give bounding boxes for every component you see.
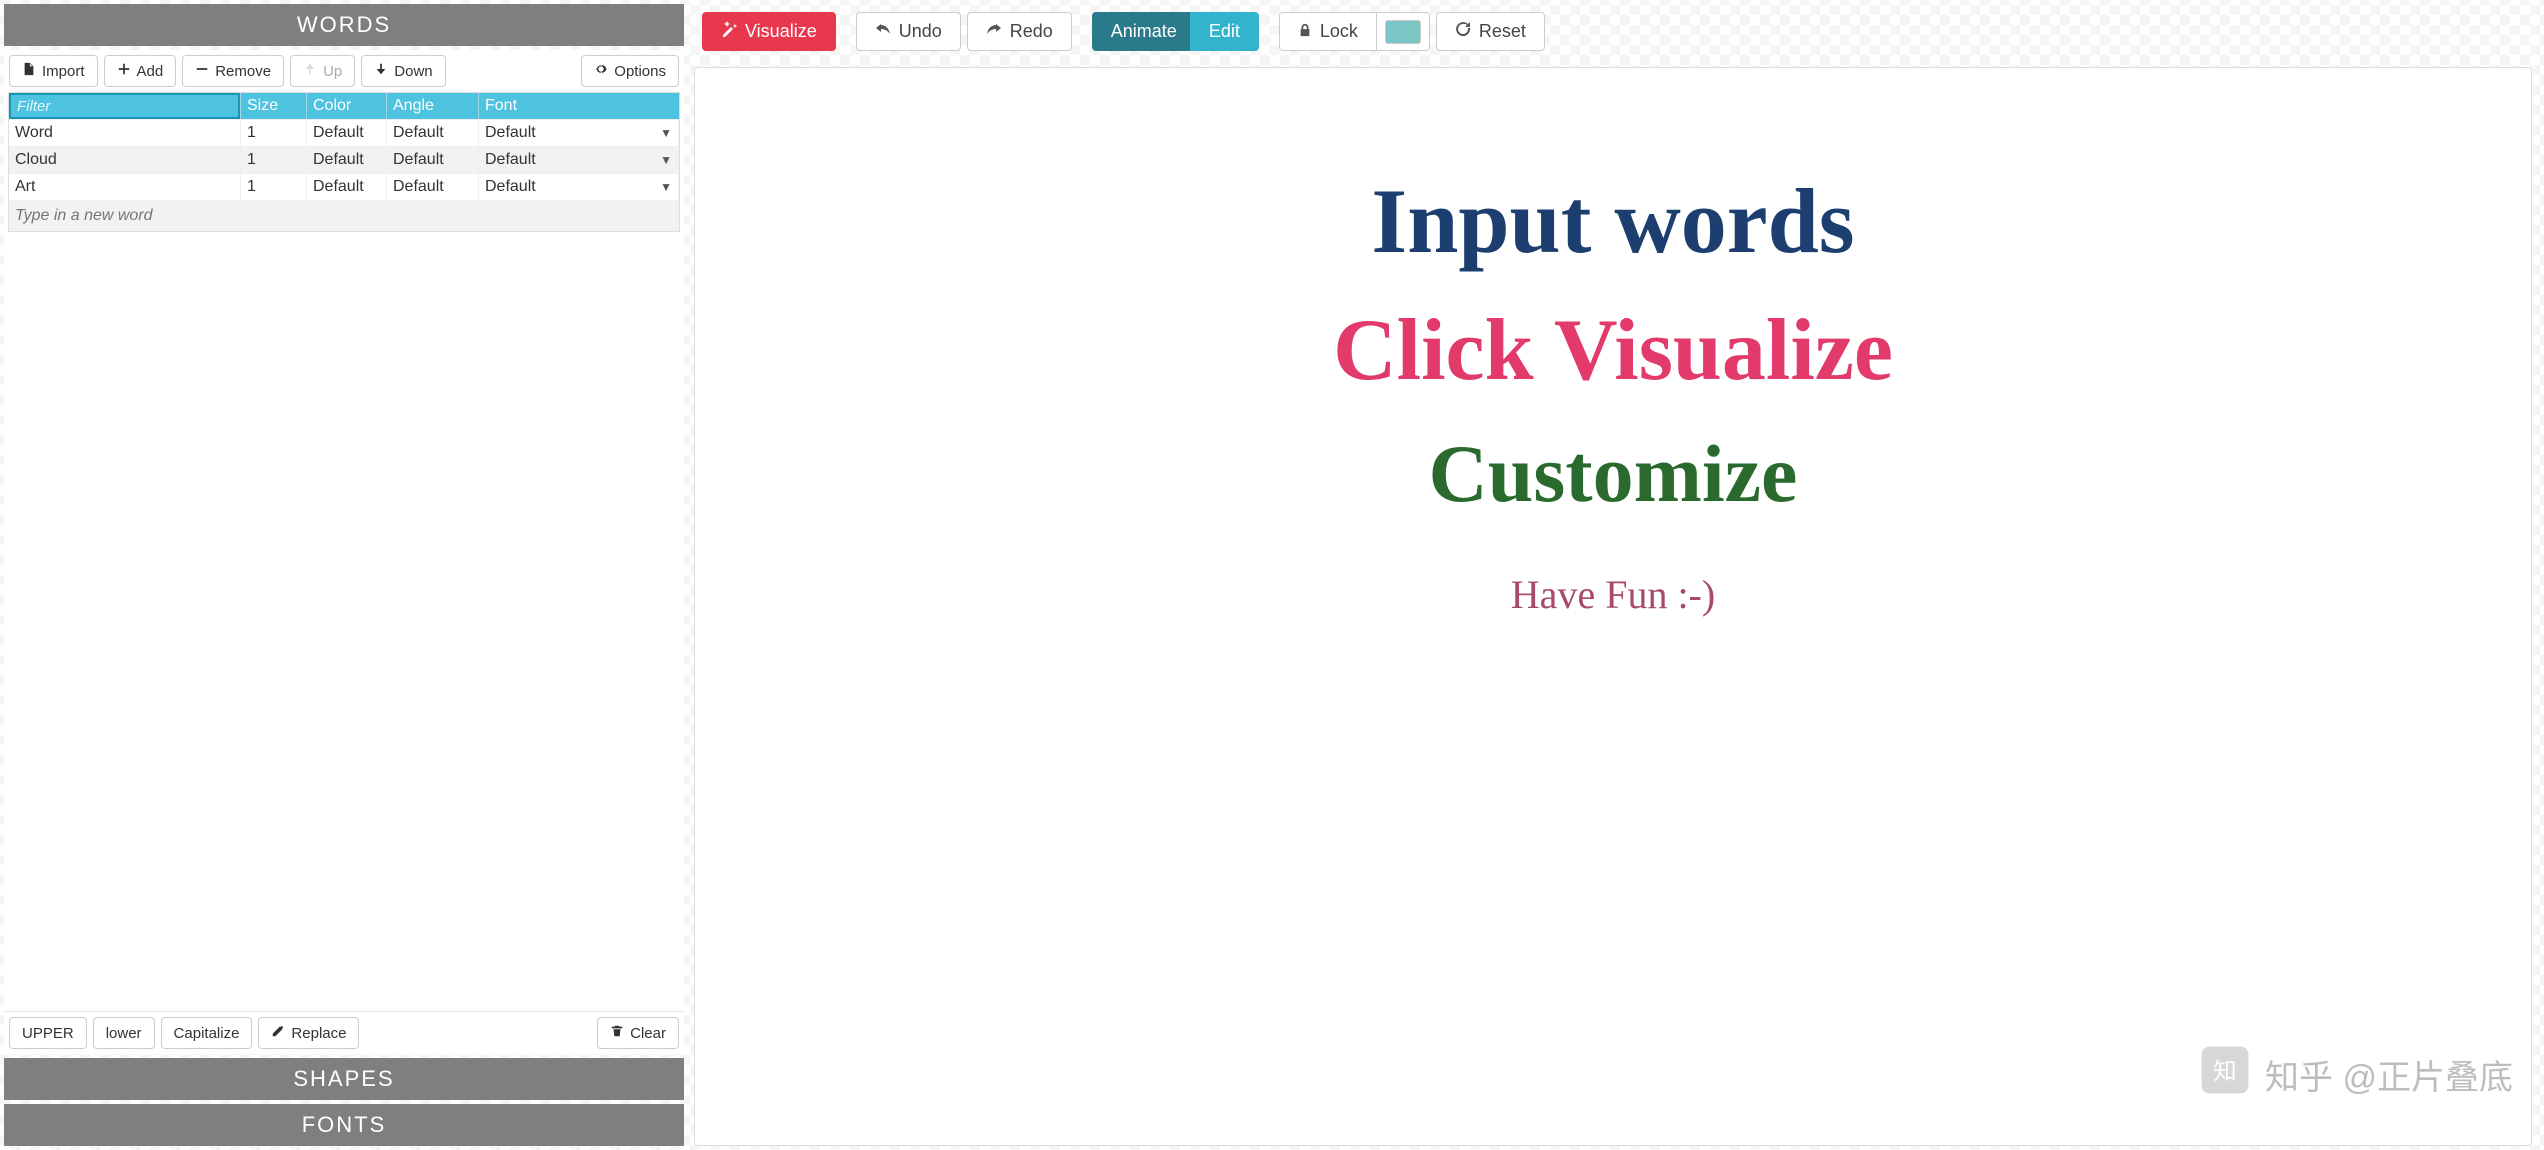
cell-word[interactable]: Art [9, 173, 241, 200]
svg-text:知: 知 [2213, 1058, 2236, 1084]
cell-angle[interactable]: Default [387, 119, 479, 146]
cell-size[interactable]: 1 [241, 146, 307, 173]
upper-button[interactable]: UPPER [9, 1017, 87, 1049]
new-word-row[interactable] [9, 200, 679, 231]
lock-button[interactable]: Lock [1280, 13, 1376, 50]
visualize-label: Visualize [745, 21, 817, 42]
filter-input[interactable] [9, 93, 240, 119]
zhihu-logo-icon: 知 [2199, 1044, 2251, 1105]
reset-button[interactable]: Reset [1436, 12, 1545, 51]
animate-button[interactable]: Animate [1092, 12, 1196, 51]
gear-icon [594, 62, 608, 80]
caret-down-icon: ▼ [660, 126, 672, 140]
cell-color[interactable]: Default [307, 146, 387, 173]
remove-label: Remove [215, 63, 271, 80]
capitalize-button[interactable]: Capitalize [161, 1017, 253, 1049]
remove-button[interactable]: Remove [182, 55, 284, 87]
table-row[interactable]: Cloud 1 Default Default Default ▼ [9, 146, 679, 173]
file-import-icon [22, 62, 36, 80]
cell-size[interactable]: 1 [241, 119, 307, 146]
cell-angle[interactable]: Default [387, 146, 479, 173]
add-button[interactable]: Add [104, 55, 177, 87]
canvas-toolbar: Visualize Undo Redo Animate Edit [694, 4, 2540, 59]
canvas-text-2: Click Visualize [1333, 300, 1893, 401]
options-label: Options [614, 63, 666, 80]
cell-font[interactable]: Default ▼ [479, 173, 679, 200]
redo-icon [986, 21, 1002, 42]
watermark-text: 知乎 @正片叠底 [2265, 1050, 2513, 1099]
color-swatch-icon [1385, 20, 1421, 44]
replace-button[interactable]: Replace [258, 1017, 359, 1049]
magic-wand-icon [721, 21, 737, 42]
col-color[interactable]: Color [307, 93, 387, 119]
undo-icon [875, 21, 891, 42]
undo-button[interactable]: Undo [856, 12, 961, 51]
cell-word[interactable]: Word [9, 119, 241, 146]
redo-button[interactable]: Redo [967, 12, 1072, 51]
undo-label: Undo [899, 21, 942, 42]
clear-button[interactable]: Clear [597, 1017, 679, 1049]
canvas-text-4: Have Fun :-) [1511, 571, 1715, 618]
reset-icon [1455, 21, 1471, 42]
lock-icon [1298, 21, 1312, 42]
caret-down-icon: ▼ [660, 180, 672, 194]
cell-size[interactable]: 1 [241, 173, 307, 200]
arrow-down-icon [374, 62, 388, 80]
trash-icon [610, 1024, 624, 1042]
options-button[interactable]: Options [581, 55, 679, 87]
up-label: Up [323, 63, 342, 80]
col-font[interactable]: Font [479, 93, 679, 119]
canvas-text-3: Customize [1429, 427, 1798, 521]
cell-angle[interactable]: Default [387, 173, 479, 200]
lower-button[interactable]: lower [93, 1017, 155, 1049]
cell-word[interactable]: Cloud [9, 146, 241, 173]
import-button[interactable]: Import [9, 55, 98, 87]
words-table: Size Color Angle Font Word 1 Default Def… [8, 92, 680, 232]
shapes-section-header[interactable]: SHAPES [4, 1058, 684, 1100]
fonts-section-header[interactable]: FONTS [4, 1104, 684, 1146]
lock-color-swatch[interactable] [1376, 13, 1429, 50]
canvas[interactable]: Input words Click Visualize Customize Ha… [694, 67, 2532, 1146]
minus-icon [195, 62, 209, 80]
new-word-input[interactable] [15, 205, 234, 227]
redo-label: Redo [1010, 21, 1053, 42]
visualize-button[interactable]: Visualize [702, 12, 836, 51]
watermark: 知 知乎 @正片叠底 [2199, 1044, 2513, 1105]
down-label: Down [394, 63, 432, 80]
import-label: Import [42, 63, 85, 80]
col-size[interactable]: Size [241, 93, 307, 119]
down-button[interactable]: Down [361, 55, 445, 87]
cell-color[interactable]: Default [307, 173, 387, 200]
cell-color[interactable]: Default [307, 119, 387, 146]
table-row[interactable]: Word 1 Default Default Default ▼ [9, 119, 679, 146]
col-angle[interactable]: Angle [387, 93, 479, 119]
reset-label: Reset [1479, 21, 1526, 42]
cell-font[interactable]: Default ▼ [479, 146, 679, 173]
cell-font[interactable]: Default ▼ [479, 119, 679, 146]
add-label: Add [137, 63, 164, 80]
clear-label: Clear [630, 1025, 666, 1042]
table-row[interactable]: Art 1 Default Default Default ▼ [9, 173, 679, 200]
words-section-header[interactable]: WORDS [4, 4, 684, 46]
caret-down-icon: ▼ [660, 153, 672, 167]
lock-label: Lock [1320, 21, 1358, 42]
up-button: Up [290, 55, 355, 87]
canvas-text-1: Input words [1371, 168, 1854, 274]
replace-label: Replace [291, 1025, 346, 1042]
arrow-up-icon [303, 62, 317, 80]
edit-button[interactable]: Edit [1190, 12, 1259, 51]
edit-icon [271, 1024, 285, 1042]
plus-icon [117, 62, 131, 80]
